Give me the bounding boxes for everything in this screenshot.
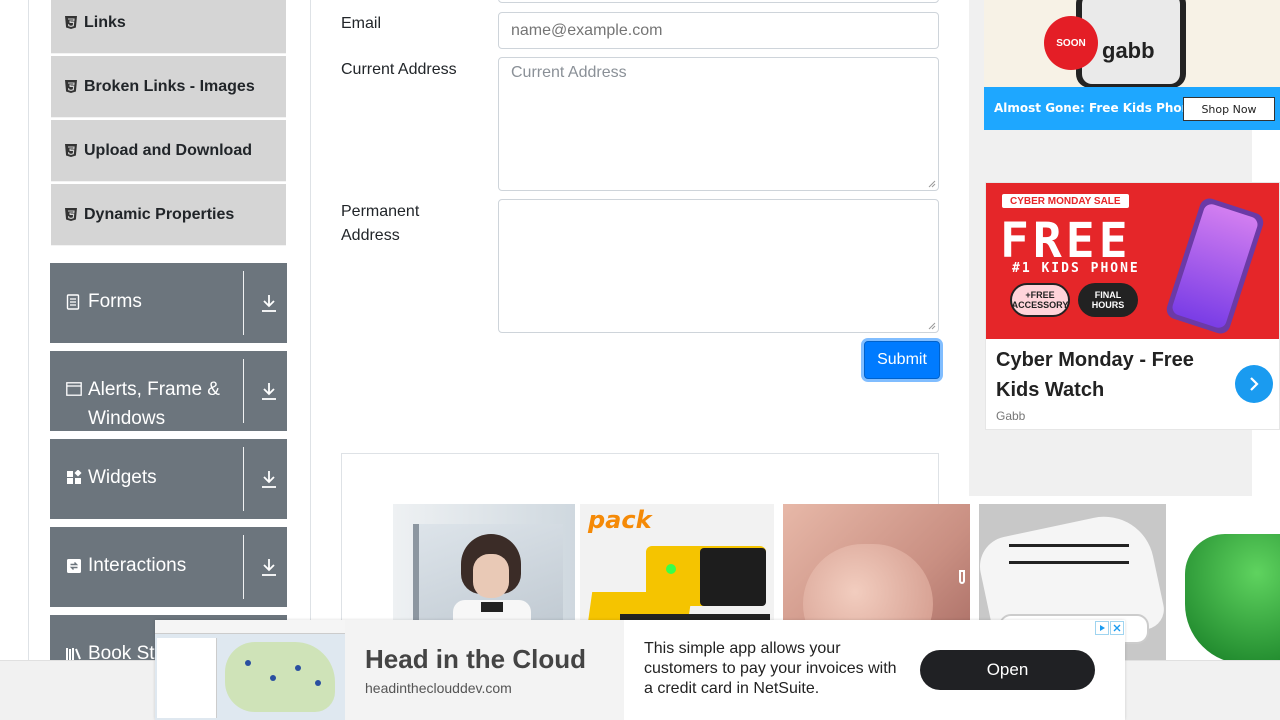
group-header-forms[interactable]: Forms: [50, 263, 287, 343]
document-icon: [66, 294, 82, 310]
ad-strip-text: pack: [588, 506, 652, 534]
divider: [243, 447, 244, 511]
html5-icon: [65, 16, 77, 29]
bottom-banner-ad[interactable]: Head in the Cloud headintheclouddev.com …: [155, 620, 1125, 720]
chevron-right-icon: [1250, 377, 1259, 391]
email-label: Email: [341, 15, 382, 32]
ad-next-button[interactable]: [1235, 365, 1273, 403]
resize-handle-icon[interactable]: [928, 322, 936, 330]
sidebar-item-label: Links: [84, 13, 126, 31]
ad-gabb-cyber-monday[interactable]: CYBER MONDAY SALE FREE #1 KIDS PHONE +FR…: [985, 182, 1280, 430]
sidebar-item-label: Dynamic Properties: [84, 205, 235, 223]
sidebar-item-dynamic-properties[interactable]: Dynamic Properties: [51, 184, 286, 246]
name-field[interactable]: [498, 0, 939, 3]
widgets-icon: [66, 470, 82, 486]
group-title: Alerts, Frame & Windows: [66, 375, 236, 433]
submit-button[interactable]: Submit: [864, 341, 940, 379]
sidebar-item-broken-links[interactable]: Broken Links - Images: [51, 56, 286, 118]
sidebar-item-upload-download[interactable]: Upload and Download: [51, 120, 286, 182]
open-button[interactable]: Open: [920, 650, 1095, 690]
divider: [243, 535, 244, 599]
ad-badge: SOON: [1044, 16, 1098, 70]
current-address-field[interactable]: Current Address: [498, 57, 939, 191]
html5-icon: [65, 208, 77, 221]
ad-title[interactable]: Head in the Cloud: [365, 644, 586, 675]
group-header-alerts[interactable]: Alerts, Frame & Windows: [50, 351, 287, 431]
placeholder-text: Current Address: [511, 64, 627, 81]
ad-choices[interactable]: [1095, 621, 1124, 635]
divider: [243, 271, 244, 335]
html5-icon: [65, 80, 77, 93]
current-address-label: Current Address: [341, 61, 457, 78]
close-icon[interactable]: [1110, 621, 1124, 635]
resize-handle-icon[interactable]: [928, 180, 936, 188]
ad-brand: gabb: [1102, 38, 1155, 63]
ad-bar-text: Almost Gone: Free Kids Phone: [994, 101, 1199, 115]
html5-icon: [65, 144, 77, 157]
group-title: Widgets: [66, 463, 236, 492]
shop-now-button[interactable]: Shop Now: [1183, 97, 1275, 121]
ad-image: CYBER MONDAY SALE FREE #1 KIDS PHONE +FR…: [986, 183, 1279, 339]
ad-domain: headintheclouddev.com: [365, 680, 512, 696]
divider: [243, 359, 244, 423]
sidebar-item-label: Upload and Download: [84, 141, 252, 159]
sidebar-item-label: Broken Links - Images: [84, 77, 255, 95]
ad-pill-final: FINAL HOURS: [1078, 283, 1138, 317]
group-title: Forms: [66, 287, 236, 316]
download-icon[interactable]: [260, 469, 278, 489]
ad-map-image: [155, 620, 345, 720]
group-header-interactions[interactable]: Interactions: [50, 527, 287, 607]
interactions-icon: [66, 558, 82, 574]
group-header-widgets[interactable]: Widgets: [50, 439, 287, 519]
download-icon[interactable]: [260, 557, 278, 577]
ad-brand: Gabb: [996, 409, 1026, 423]
ad-sale-tag: CYBER MONDAY SALE: [1002, 194, 1129, 208]
email-field[interactable]: [498, 12, 939, 49]
ad-pill-accessory: +FREE ACCESSORY: [1010, 283, 1070, 317]
ad-info-icon[interactable]: [1095, 621, 1109, 635]
sidebar-item-links[interactable]: Links: [51, 0, 286, 54]
download-icon[interactable]: [260, 381, 278, 401]
ad-headline[interactable]: Cyber Monday - Free Kids Watch: [996, 345, 1226, 405]
group-title: Interactions: [66, 551, 236, 580]
ad-subtitle: #1 KIDS PHONE: [1012, 261, 1140, 276]
ad-gabb-phone[interactable]: gabb SOON Almost Gone: Free Kids Phone S…: [984, 0, 1280, 130]
ad-description: This simple app allows your customers to…: [644, 640, 897, 697]
download-icon[interactable]: [260, 293, 278, 313]
window-icon: [66, 382, 82, 398]
permanent-address-field[interactable]: [498, 199, 939, 333]
page: Links Broken Links - Images Upload and D…: [0, 0, 1280, 720]
permanent-address-label: Permanent Address: [341, 203, 420, 244]
ad-product-image[interactable]: [1175, 504, 1280, 664]
